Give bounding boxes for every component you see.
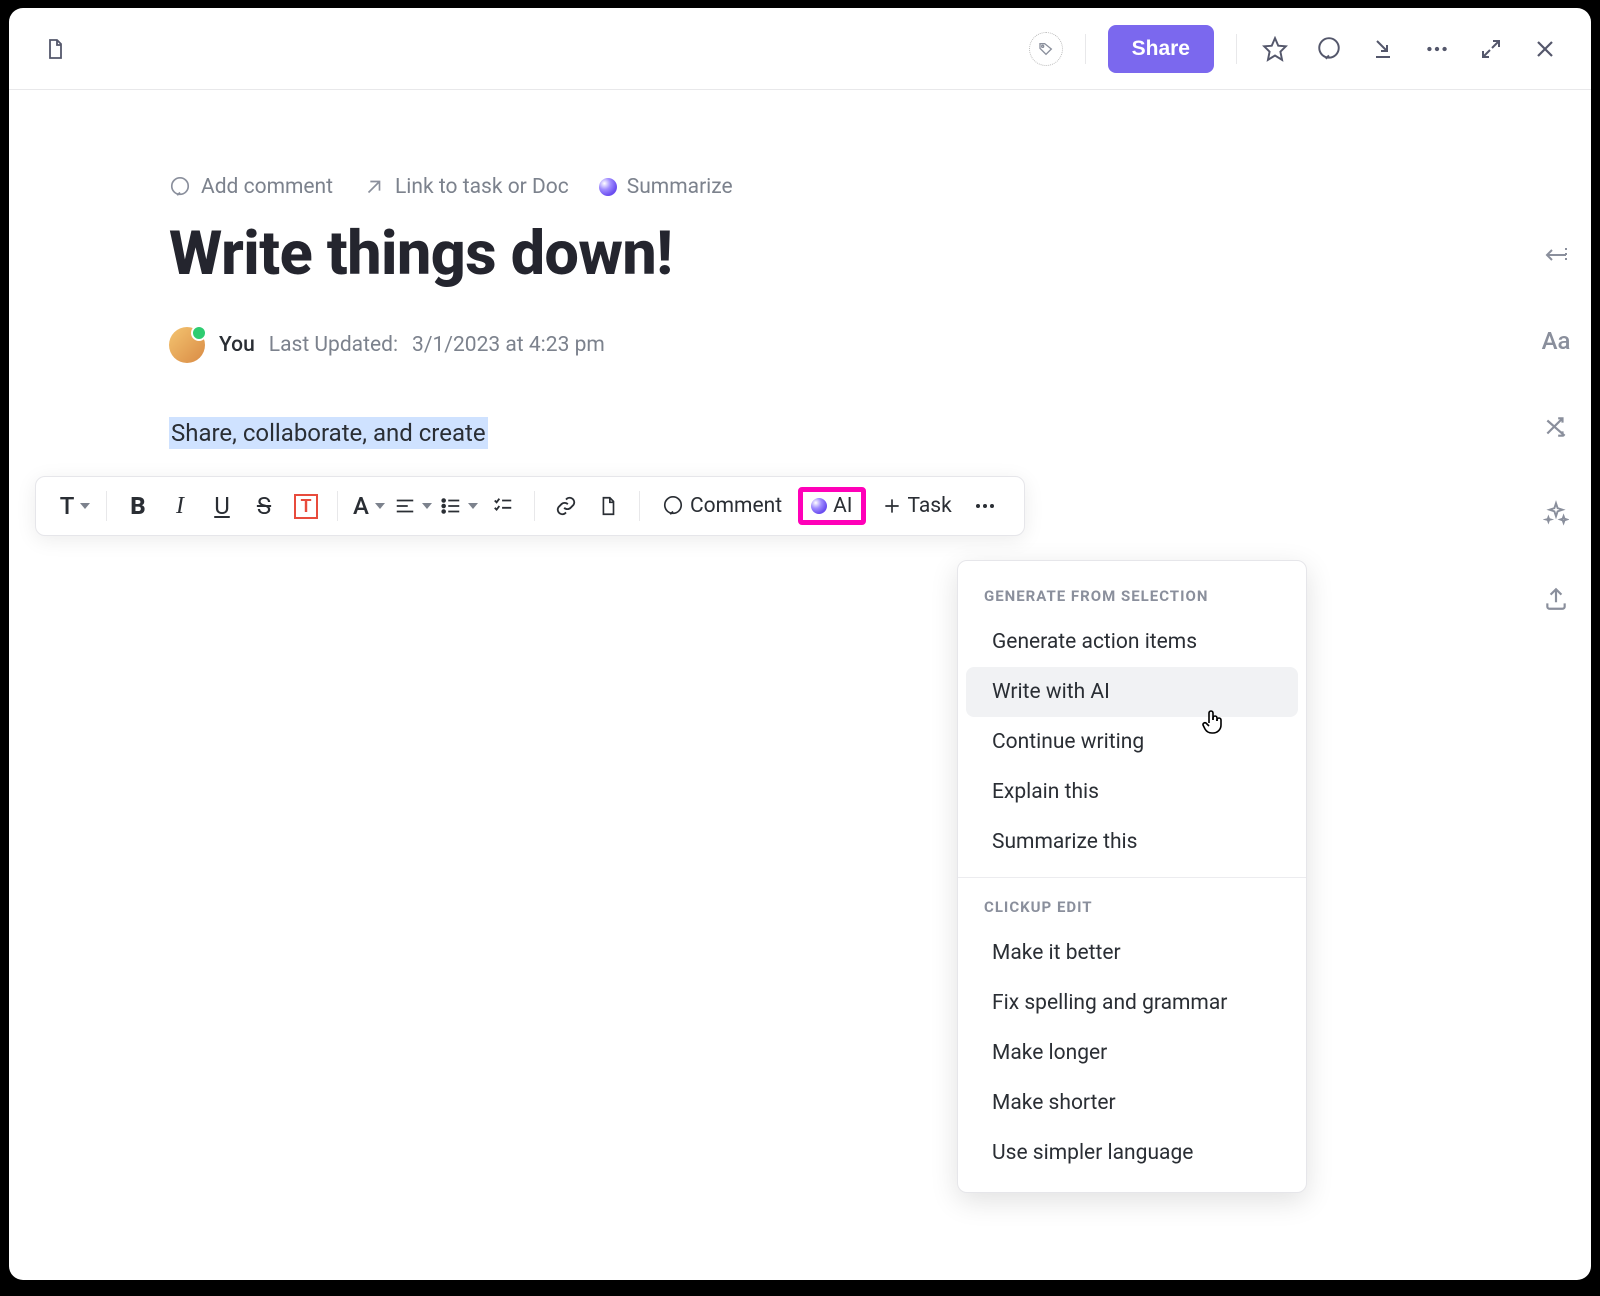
more-icon[interactable] — [1421, 33, 1453, 65]
indent-icon[interactable] — [1539, 238, 1573, 272]
task-button[interactable]: Task — [874, 487, 960, 525]
star-icon[interactable] — [1259, 33, 1291, 65]
export-icon[interactable] — [1539, 582, 1573, 616]
share-button[interactable]: Share — [1108, 25, 1214, 73]
toolbar-more-icon[interactable] — [968, 487, 1002, 525]
doc-body[interactable]: Share, collaborate, and create — [169, 419, 1431, 447]
ai-label: AI — [833, 494, 852, 518]
summarize-action[interactable]: Summarize — [599, 175, 733, 199]
attach-doc-button[interactable] — [591, 487, 625, 525]
tag-icon[interactable] — [1029, 32, 1063, 66]
link-task-action[interactable]: Link to task or Doc — [363, 175, 569, 199]
top-bar: Share — [9, 8, 1591, 90]
divider — [958, 877, 1306, 878]
divider — [106, 491, 107, 521]
doc-byline: You Last Updated: 3/1/2023 at 4:23 pm — [169, 327, 1431, 363]
chevron-down-icon — [80, 503, 90, 509]
add-comment-label: Add comment — [201, 175, 333, 199]
chevron-down-icon — [468, 503, 478, 509]
selected-text[interactable]: Share, collaborate, and create — [169, 417, 488, 449]
ai-menu-item[interactable]: Make shorter — [966, 1078, 1298, 1128]
comment-bubble-icon[interactable] — [1313, 33, 1345, 65]
bullet-list-button[interactable] — [440, 487, 478, 525]
ai-icon — [599, 178, 617, 196]
ai-menu-item[interactable]: Make it better — [966, 928, 1298, 978]
floating-toolbar: T B I U S T A — [35, 476, 1025, 536]
ai-dropdown: GENERATE FROM SELECTION Generate action … — [957, 560, 1307, 1193]
text-style-button[interactable]: T — [58, 487, 92, 525]
divider — [1236, 34, 1237, 64]
task-label: Task — [908, 494, 952, 518]
ai-section-header-1: GENERATE FROM SELECTION — [958, 577, 1306, 617]
comment-label: Comment — [690, 494, 782, 518]
last-updated-value: 3/1/2023 at 4:23 pm — [412, 333, 605, 357]
strikethrough-button[interactable]: S — [247, 487, 281, 525]
expand-icon[interactable] — [1475, 33, 1507, 65]
avatar[interactable] — [169, 327, 205, 363]
divider — [1085, 34, 1086, 64]
underline-button[interactable]: U — [205, 487, 239, 525]
right-rail: Aa — [1521, 238, 1591, 616]
summarize-label: Summarize — [627, 175, 733, 199]
ai-icon — [811, 498, 827, 514]
typography-icon[interactable]: Aa — [1539, 324, 1573, 358]
link-button[interactable] — [549, 487, 583, 525]
divider — [534, 491, 535, 521]
shuffle-icon[interactable] — [1539, 410, 1573, 444]
ai-menu-item[interactable]: Generate action items — [966, 617, 1298, 667]
font-color-button[interactable]: A — [352, 487, 386, 525]
ai-section-header-2: CLICKUP EDIT — [958, 888, 1306, 928]
doc-icon[interactable] — [39, 33, 71, 65]
close-icon[interactable] — [1529, 33, 1561, 65]
align-button[interactable] — [394, 487, 432, 525]
download-icon[interactable] — [1367, 33, 1399, 65]
text-style-label: T — [60, 492, 75, 520]
author-label: You — [219, 333, 255, 357]
sparkle-icon[interactable] — [1539, 496, 1573, 530]
comment-button[interactable]: Comment — [654, 487, 790, 525]
italic-button[interactable]: I — [163, 487, 197, 525]
add-comment-action[interactable]: Add comment — [169, 175, 333, 199]
ai-menu-item[interactable]: Continue writing — [966, 717, 1298, 767]
divider — [639, 491, 640, 521]
ai-menu-item[interactable]: Fix spelling and grammar — [966, 978, 1298, 1028]
ai-menu-item[interactable]: Explain this — [966, 767, 1298, 817]
document-content: Add comment Link to task or Doc Summariz… — [9, 90, 1591, 447]
ai-menu-item[interactable]: Make longer — [966, 1028, 1298, 1078]
ai-button[interactable]: AI — [798, 487, 865, 525]
checklist-button[interactable] — [486, 487, 520, 525]
chevron-down-icon — [375, 503, 385, 509]
bold-button[interactable]: B — [121, 487, 155, 525]
link-task-label: Link to task or Doc — [395, 175, 569, 199]
last-updated-label: Last Updated: — [269, 333, 398, 357]
ai-menu-item[interactable]: Write with AI — [966, 667, 1298, 717]
ai-menu-item[interactable]: Summarize this — [966, 817, 1298, 867]
font-label: A — [353, 492, 369, 520]
chevron-down-icon — [422, 503, 432, 509]
doc-meta-row: Add comment Link to task or Doc Summariz… — [169, 175, 1431, 199]
text-color-button[interactable]: T — [289, 487, 323, 525]
divider — [337, 491, 338, 521]
ai-menu-item[interactable]: Use simpler language — [966, 1128, 1298, 1178]
doc-title[interactable]: Write things down! — [169, 217, 1431, 289]
